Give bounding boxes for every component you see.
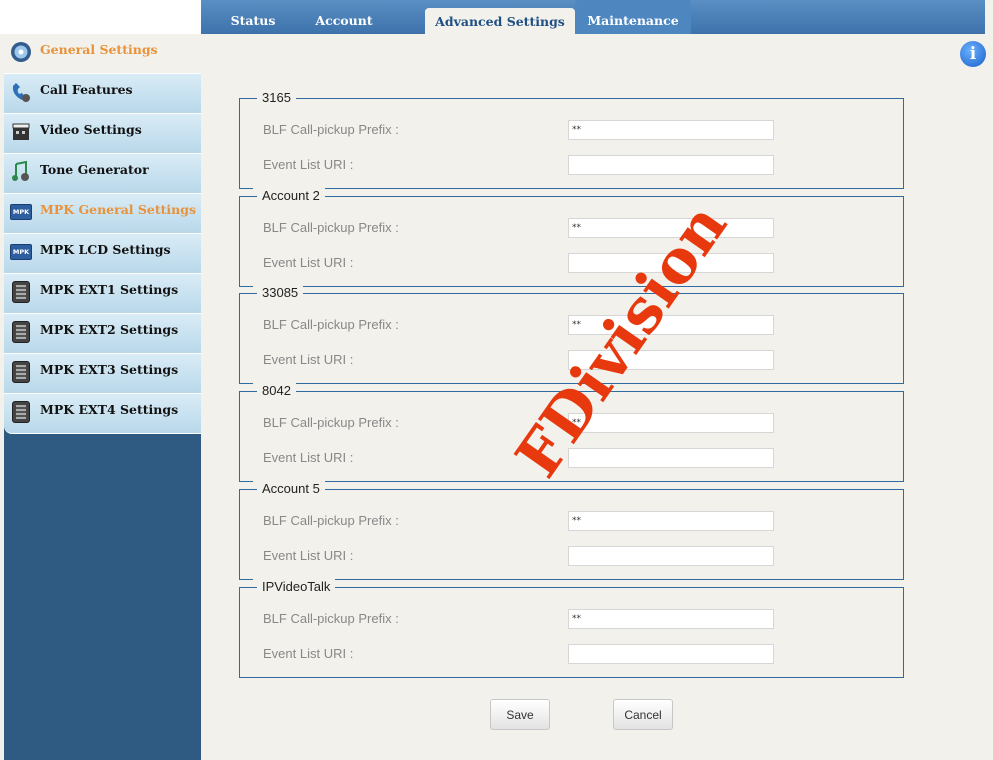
account-section: 3165 BLF Call-pickup Prefix : ** Event L… [239, 90, 904, 189]
extension-module-icon [9, 320, 33, 344]
account-section: Account 2 BLF Call-pickup Prefix : ** Ev… [239, 188, 904, 287]
sidebar-item-tone-generator[interactable]: Tone Generator [4, 154, 201, 194]
sidebar-item-label: MPK EXT4 Settings [40, 402, 179, 417]
sidebar-item-label: MPK General Settings [40, 202, 197, 217]
account-name: Account 2 [253, 188, 325, 204]
account-name: IPVideoTalk [253, 579, 336, 595]
account-name: 3165 [253, 90, 296, 106]
extension-module-icon [9, 280, 33, 304]
blf-prefix-input[interactable]: ** [568, 609, 774, 629]
event-list-uri-input[interactable] [568, 350, 774, 370]
sidebar-item-label: MPK EXT1 Settings [40, 282, 179, 297]
account-name: 33085 [253, 285, 304, 301]
sidebar-item-call-features[interactable]: Call Features [4, 74, 201, 114]
account-section: Account 5 BLF Call-pickup Prefix : ** Ev… [239, 481, 904, 580]
sidebar-item-general-settings[interactable]: General Settings [4, 34, 201, 74]
event-list-uri-input[interactable] [568, 253, 774, 273]
sidebar: General Settings Call Features Video Set… [4, 34, 201, 760]
sidebar-item-label: Call Features [40, 82, 133, 97]
phone-handset-icon [9, 80, 33, 104]
event-list-uri-label: Event List URI : [263, 255, 354, 270]
blf-prefix-input[interactable]: ** [568, 218, 774, 238]
blf-prefix-input[interactable]: ** [568, 315, 774, 335]
account-section: 33085 BLF Call-pickup Prefix : ** Event … [239, 285, 904, 384]
extension-module-icon [9, 360, 33, 384]
blf-prefix-label: BLF Call-pickup Prefix : [263, 513, 399, 528]
sidebar-item-mpk-ext2-settings[interactable]: MPK EXT2 Settings [4, 314, 201, 354]
event-list-uri-label: Event List URI : [263, 450, 354, 465]
event-list-uri-input[interactable] [568, 448, 774, 468]
sidebar-item-mpk-ext4-settings[interactable]: MPK EXT4 Settings [4, 394, 201, 434]
event-list-uri-input[interactable] [568, 546, 774, 566]
mpk-icon: MPK [9, 240, 33, 264]
account-name: 8042 [253, 383, 296, 399]
tab-status[interactable]: Status [201, 0, 305, 34]
tab-advanced-settings[interactable]: Advanced Settings [425, 8, 575, 34]
extension-module-icon [9, 400, 33, 424]
event-list-uri-input[interactable] [568, 155, 774, 175]
blf-prefix-input[interactable]: ** [568, 120, 774, 140]
account-section: 8042 BLF Call-pickup Prefix : ** Event L… [239, 383, 904, 482]
account-name: Account 5 [253, 481, 325, 497]
top-bar: Status Account Advanced Settings Mainten… [0, 0, 993, 34]
blf-prefix-input[interactable]: ** [568, 413, 774, 433]
blf-prefix-input[interactable]: ** [568, 511, 774, 531]
sidebar-menu: General Settings Call Features Video Set… [4, 34, 201, 434]
tab-maintenance[interactable]: Maintenance [575, 0, 691, 34]
save-button[interactable]: Save [490, 699, 550, 730]
mpk-icon: MPK [9, 200, 33, 224]
event-list-uri-label: Event List URI : [263, 548, 354, 563]
sidebar-item-mpk-lcd-settings[interactable]: MPK MPK LCD Settings [4, 234, 201, 274]
sidebar-item-mpk-ext1-settings[interactable]: MPK EXT1 Settings [4, 274, 201, 314]
sidebar-item-label: MPK LCD Settings [40, 242, 171, 257]
sidebar-item-mpk-ext3-settings[interactable]: MPK EXT3 Settings [4, 354, 201, 394]
main-tabs: Status Account Advanced Settings Mainten… [201, 0, 691, 34]
sidebar-item-label: MPK EXT3 Settings [40, 362, 179, 377]
cancel-button[interactable]: Cancel [613, 699, 673, 730]
top-bar-left-blank [0, 0, 201, 34]
music-note-icon [9, 160, 33, 184]
blf-prefix-label: BLF Call-pickup Prefix : [263, 122, 399, 137]
info-icon[interactable]: i [960, 41, 986, 67]
sidebar-item-video-settings[interactable]: Video Settings [4, 114, 201, 154]
sidebar-item-label: Tone Generator [40, 162, 149, 177]
event-list-uri-label: Event List URI : [263, 352, 354, 367]
event-list-uri-input[interactable] [568, 644, 774, 664]
event-list-uri-label: Event List URI : [263, 157, 354, 172]
film-clapper-icon [9, 120, 33, 144]
settings-disc-icon [9, 40, 33, 64]
sidebar-item-label: General Settings [40, 42, 158, 57]
blf-prefix-label: BLF Call-pickup Prefix : [263, 415, 399, 430]
event-list-uri-label: Event List URI : [263, 646, 354, 661]
sidebar-item-mpk-general-settings[interactable]: MPK MPK General Settings [4, 194, 201, 234]
tab-account[interactable]: Account [305, 0, 383, 34]
account-section: IPVideoTalk BLF Call-pickup Prefix : ** … [239, 579, 904, 678]
sidebar-item-label: MPK EXT2 Settings [40, 322, 179, 337]
sidebar-item-label: Video Settings [40, 122, 142, 137]
blf-prefix-label: BLF Call-pickup Prefix : [263, 220, 399, 235]
blf-prefix-label: BLF Call-pickup Prefix : [263, 317, 399, 332]
blf-prefix-label: BLF Call-pickup Prefix : [263, 611, 399, 626]
